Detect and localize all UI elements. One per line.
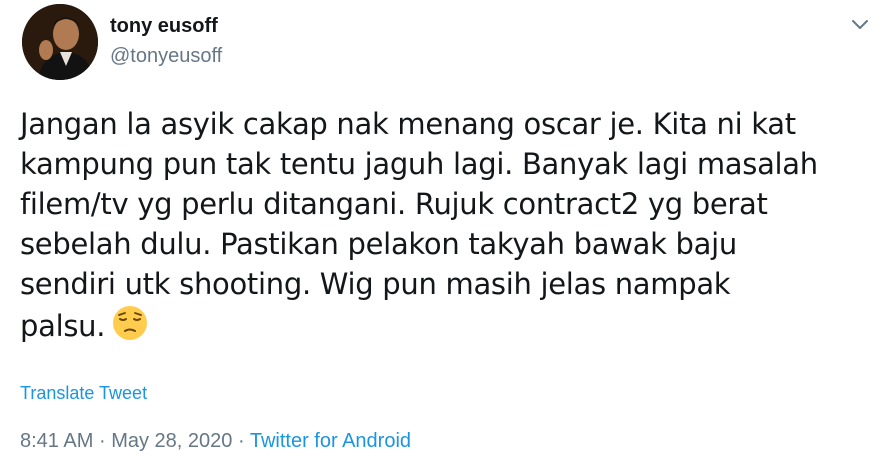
tweet-source-link[interactable]: Twitter for Android	[250, 430, 411, 452]
avatar[interactable]	[22, 4, 98, 80]
tweet-text: Jangan la asyik cakap nak menang oscar j…	[20, 104, 880, 352]
user-handle[interactable]: @tonyeusoff	[110, 44, 222, 68]
tweet-time[interactable]: 8:41 AM	[20, 430, 93, 452]
avatar-image	[22, 4, 98, 80]
display-name[interactable]: tony eusoff	[110, 14, 222, 38]
tweet-card: tony eusoff @tonyeusoff Jangan la asyik …	[0, 0, 892, 468]
meta-separator: ·	[237, 430, 245, 452]
tweet-date[interactable]: May 28, 2020	[111, 430, 232, 452]
meta-separator: ·	[98, 430, 106, 452]
user-info: tony eusoff @tonyeusoff	[110, 14, 222, 68]
chevron-down-icon[interactable]	[848, 14, 872, 34]
tweet-meta: 8:41 AM · May 28, 2020 · Twitter for And…	[20, 430, 411, 453]
pensive-face-icon	[111, 304, 149, 352]
translate-tweet-link[interactable]: Translate Tweet	[20, 383, 147, 404]
